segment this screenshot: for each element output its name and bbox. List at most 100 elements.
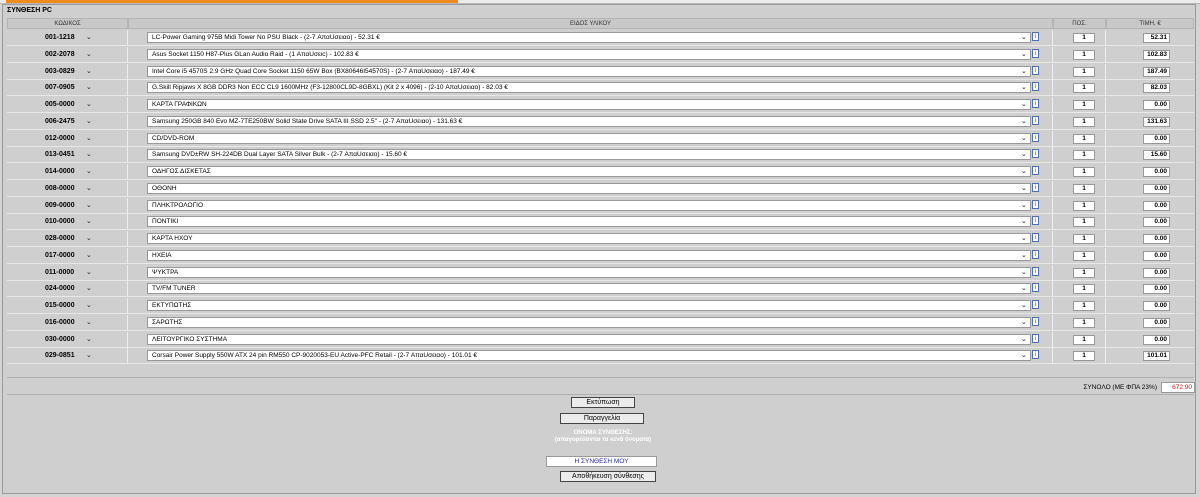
code-select[interactable]: 030-0000 bbox=[45, 335, 89, 345]
chevron-down-icon[interactable]: ⌄ bbox=[86, 117, 92, 127]
code-select[interactable]: 010-0000 bbox=[45, 217, 89, 227]
chevron-down-icon[interactable]: ⌄ bbox=[86, 67, 92, 77]
chevron-down-icon[interactable]: ⌄ bbox=[1021, 167, 1027, 177]
info-icon[interactable]: i bbox=[1032, 32, 1039, 41]
item-select[interactable]: G.Skill Ripjaws X 8GB DDR3 Non ECC CL9 1… bbox=[147, 82, 1031, 94]
quantity-input[interactable]: 1 bbox=[1073, 116, 1095, 127]
item-select[interactable]: ΚΑΡΤΑ ΗΧΟΥ bbox=[147, 233, 1031, 244]
chevron-down-icon[interactable]: ⌄ bbox=[86, 268, 92, 278]
item-select[interactable]: ΠΛΗΚΤΡΟΛΟΓΙΟ bbox=[147, 199, 1031, 211]
chevron-down-icon[interactable]: ⌄ bbox=[86, 217, 92, 227]
chevron-down-icon[interactable]: ⌄ bbox=[86, 184, 92, 194]
chevron-down-icon[interactable]: ⌄ bbox=[86, 284, 92, 294]
chevron-down-icon[interactable]: ⌄ bbox=[1021, 67, 1027, 77]
info-icon[interactable]: i bbox=[1032, 350, 1039, 360]
save-composition-button[interactable]: Αποθήκευση σύνθεσης bbox=[560, 471, 656, 482]
item-select[interactable]: ΟΔΗΓΟΣ ΔΙΣΚΕΤΑΣ bbox=[147, 166, 1031, 177]
chevron-down-icon[interactable]: ⌄ bbox=[86, 318, 92, 328]
item-select[interactable]: ΚΑΡΤΑ ΓΡΑΦΙΚΩΝ bbox=[147, 99, 1031, 110]
chevron-down-icon[interactable]: ⌄ bbox=[1021, 351, 1027, 361]
chevron-down-icon[interactable]: ⌄ bbox=[1021, 117, 1027, 127]
info-icon[interactable]: i bbox=[1032, 48, 1039, 58]
code-select[interactable]: 017-0000 bbox=[45, 251, 89, 261]
item-select[interactable]: ΛΕΙΤΟΥΡΓΙΚΟ ΣΥΣΤΗΜΑ bbox=[147, 333, 1031, 345]
info-icon[interactable]: i bbox=[1032, 99, 1039, 108]
quantity-input[interactable]: 1 bbox=[1073, 83, 1095, 94]
chevron-down-icon[interactable]: ⌄ bbox=[1021, 268, 1027, 278]
chevron-down-icon[interactable]: ⌄ bbox=[86, 351, 92, 361]
chevron-down-icon[interactable]: ⌄ bbox=[1021, 217, 1027, 227]
chevron-down-icon[interactable]: ⌄ bbox=[1021, 284, 1027, 294]
chevron-down-icon[interactable]: ⌄ bbox=[1021, 301, 1027, 311]
quantity-input[interactable]: 1 bbox=[1073, 49, 1095, 60]
chevron-down-icon[interactable]: ⌄ bbox=[86, 83, 92, 93]
item-select[interactable]: Samsung 250GB 840 Evo MZ-7TE250BW Solid … bbox=[147, 115, 1031, 127]
item-select[interactable]: Samsung DVD±RW SH-224DB Dual Layer SATA … bbox=[147, 149, 1031, 161]
code-select[interactable]: 007-0905 bbox=[45, 83, 89, 93]
item-select[interactable]: Intel Core i5 4570S 2.9 GHz Quad Core So… bbox=[147, 65, 1031, 77]
quantity-input[interactable]: 1 bbox=[1073, 133, 1095, 144]
item-select[interactable]: LC-Power Gaming 975B Midi Tower No PSU B… bbox=[147, 32, 1031, 43]
item-select[interactable]: CD/DVD-ROM bbox=[147, 132, 1031, 144]
code-select[interactable]: 016-0000 bbox=[45, 318, 89, 328]
code-select[interactable]: 024-0000 bbox=[45, 284, 89, 294]
item-select[interactable]: ΣΑΡΩΤΗΣ bbox=[147, 316, 1031, 328]
quantity-input[interactable]: 1 bbox=[1073, 33, 1095, 43]
item-select[interactable]: Asus Socket 1150 H87-Plus GLan Audio Rai… bbox=[147, 48, 1031, 60]
code-select[interactable]: 009-0000 bbox=[45, 201, 89, 211]
quantity-input[interactable]: 1 bbox=[1073, 183, 1095, 194]
info-icon[interactable]: i bbox=[1032, 316, 1039, 326]
chevron-down-icon[interactable]: ⌄ bbox=[1021, 33, 1027, 43]
quantity-input[interactable]: 1 bbox=[1073, 267, 1095, 278]
chevron-down-icon[interactable]: ⌄ bbox=[1021, 150, 1027, 160]
chevron-down-icon[interactable]: ⌄ bbox=[86, 301, 92, 311]
quantity-input[interactable]: 1 bbox=[1073, 334, 1095, 345]
chevron-down-icon[interactable]: ⌄ bbox=[86, 201, 92, 211]
quantity-input[interactable]: 1 bbox=[1073, 200, 1095, 211]
composition-name-input[interactable]: Η ΣΥΝΘΕΣΗ ΜΟΥ bbox=[546, 456, 657, 467]
item-select[interactable]: ΠΟΝΤΙΚΙ bbox=[147, 216, 1031, 228]
info-icon[interactable]: i bbox=[1032, 233, 1039, 242]
info-icon[interactable]: i bbox=[1032, 149, 1039, 159]
chevron-down-icon[interactable]: ⌄ bbox=[1021, 134, 1027, 144]
info-icon[interactable]: i bbox=[1032, 199, 1039, 209]
code-select[interactable]: 029-0851 bbox=[45, 351, 89, 361]
item-select[interactable]: ΕΚΤΥΠΩΤΗΣ bbox=[147, 300, 1031, 311]
chevron-down-icon[interactable]: ⌄ bbox=[86, 50, 92, 60]
chevron-down-icon[interactable]: ⌄ bbox=[1021, 50, 1027, 60]
quantity-input[interactable]: 1 bbox=[1073, 284, 1095, 295]
quantity-input[interactable]: 1 bbox=[1073, 234, 1095, 244]
code-select[interactable]: 003-0829 bbox=[45, 67, 89, 77]
code-select[interactable]: 028-0000 bbox=[45, 234, 89, 244]
info-icon[interactable]: i bbox=[1032, 182, 1039, 192]
chevron-down-icon[interactable]: ⌄ bbox=[86, 150, 92, 160]
chevron-down-icon[interactable]: ⌄ bbox=[86, 134, 92, 144]
code-select[interactable]: 011-0000 bbox=[45, 268, 89, 278]
quantity-input[interactable]: 1 bbox=[1073, 351, 1095, 362]
chevron-down-icon[interactable]: ⌄ bbox=[1021, 234, 1027, 244]
chevron-down-icon[interactable]: ⌄ bbox=[86, 167, 92, 177]
code-select[interactable]: 008-0000 bbox=[45, 184, 89, 194]
info-icon[interactable]: i bbox=[1032, 216, 1039, 226]
item-select[interactable]: ΨΥΚΤΡΑ bbox=[147, 266, 1031, 278]
chevron-down-icon[interactable]: ⌄ bbox=[1021, 335, 1027, 345]
chevron-down-icon[interactable]: ⌄ bbox=[1021, 184, 1027, 194]
chevron-down-icon[interactable]: ⌄ bbox=[86, 33, 92, 43]
item-select[interactable]: ΗΧΕΙΑ bbox=[147, 249, 1031, 261]
code-select[interactable]: 002-2078 bbox=[45, 50, 89, 60]
chevron-down-icon[interactable]: ⌄ bbox=[86, 251, 92, 261]
chevron-down-icon[interactable]: ⌄ bbox=[1021, 100, 1027, 110]
item-select[interactable]: Corsair Power Supply 550W ATX 24 pin RM5… bbox=[147, 350, 1031, 362]
chevron-down-icon[interactable]: ⌄ bbox=[1021, 318, 1027, 328]
code-select[interactable]: 012-0000 bbox=[45, 134, 89, 144]
info-icon[interactable]: i bbox=[1032, 333, 1039, 343]
quantity-input[interactable]: 1 bbox=[1073, 167, 1095, 177]
code-select[interactable]: 013-0451 bbox=[45, 150, 89, 160]
info-icon[interactable]: i bbox=[1032, 249, 1039, 259]
code-select[interactable]: 005-0000 bbox=[45, 100, 89, 110]
info-icon[interactable]: i bbox=[1032, 132, 1039, 142]
info-icon[interactable]: i bbox=[1032, 266, 1039, 276]
info-icon[interactable]: i bbox=[1032, 82, 1039, 92]
item-select[interactable]: TV/FM TUNER bbox=[147, 283, 1031, 295]
chevron-down-icon[interactable]: ⌄ bbox=[86, 234, 92, 244]
